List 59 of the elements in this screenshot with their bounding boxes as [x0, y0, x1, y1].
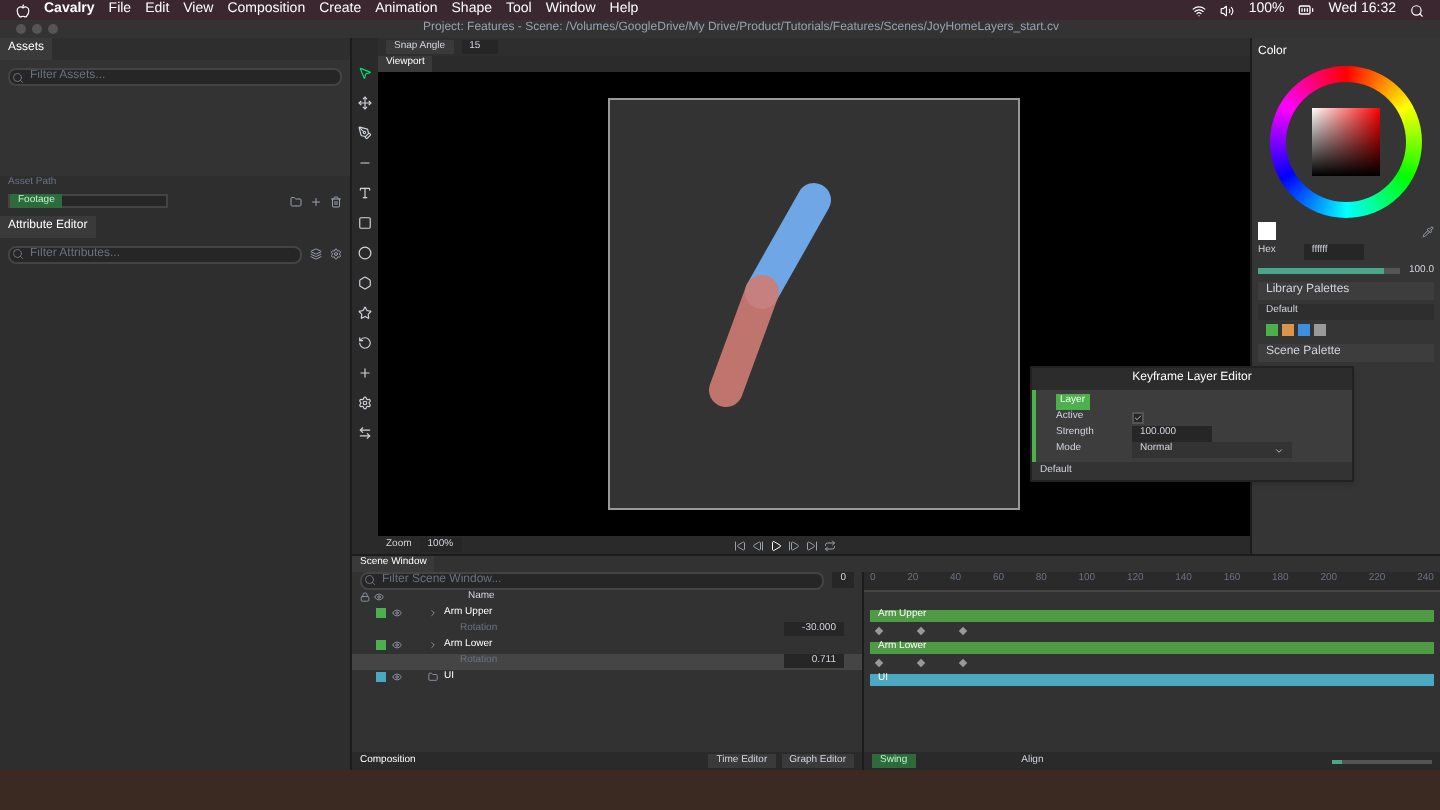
color-swatch[interactable]: [1258, 222, 1276, 240]
lock-icon[interactable]: [360, 592, 370, 602]
battery-icon[interactable]: [1298, 2, 1315, 18]
apple-icon[interactable]: [16, 3, 30, 17]
star-icon[interactable]: [358, 306, 372, 320]
search-icon: [12, 248, 24, 260]
eyedropper-icon[interactable]: [1422, 225, 1434, 237]
keyframe-icon[interactable]: [874, 658, 884, 668]
move-icon[interactable]: [358, 96, 372, 110]
settings-icon[interactable]: [330, 248, 342, 260]
expand-icon[interactable]: [428, 608, 438, 618]
folder-icon: [428, 672, 438, 682]
palette-swatch[interactable]: [1298, 323, 1310, 335]
timeline-zoom-fill[interactable]: [1332, 759, 1342, 763]
skip-forward-icon[interactable]: [806, 539, 819, 551]
eye-icon[interactable]: [392, 608, 402, 618]
eye-icon[interactable]: [392, 640, 402, 650]
pointer-icon[interactable]: [358, 66, 372, 80]
volume-icon[interactable]: [1220, 3, 1235, 17]
filter-icon[interactable]: [310, 248, 322, 260]
checkbox[interactable]: [1132, 412, 1144, 424]
caret-icon: [1274, 445, 1284, 455]
palette-swatch[interactable]: [1282, 323, 1294, 335]
layer-color-swatch[interactable]: [376, 640, 386, 650]
eye-icon[interactable]: [392, 672, 402, 682]
rotate-icon[interactable]: [358, 336, 372, 350]
text-icon[interactable]: [358, 186, 372, 200]
layer-color-swatch[interactable]: [376, 608, 386, 618]
loop-icon[interactable]: [824, 539, 837, 551]
search-icon[interactable]: [1410, 3, 1424, 17]
check-icon: [1134, 414, 1142, 422]
arrows-icon[interactable]: [358, 426, 372, 440]
folder-icon[interactable]: [290, 195, 302, 207]
palette-swatch[interactable]: [1314, 323, 1326, 335]
plus-icon[interactable]: [310, 195, 322, 207]
pen-icon[interactable]: [358, 126, 372, 140]
keyframe-icon[interactable]: [958, 658, 968, 668]
search-icon: [364, 574, 376, 586]
settings-icon[interactable]: [358, 396, 372, 410]
keyframe-icon[interactable]: [958, 626, 968, 636]
keyframe-icon[interactable]: [874, 626, 884, 636]
search-icon: [12, 71, 24, 83]
expand-icon[interactable]: [428, 640, 438, 650]
plus-icon[interactable]: [358, 366, 372, 380]
play-icon[interactable]: [770, 539, 783, 551]
keyframe-icon[interactable]: [916, 658, 926, 668]
wifi-icon[interactable]: [1192, 3, 1207, 17]
palette-swatch[interactable]: [1266, 323, 1278, 335]
keyframe-icon[interactable]: [916, 626, 926, 636]
trash-icon[interactable]: [330, 195, 342, 207]
rectangle-icon[interactable]: [358, 216, 372, 230]
line-icon[interactable]: [358, 156, 372, 170]
polygon-icon[interactable]: [358, 276, 372, 290]
ellipse-icon[interactable]: [358, 246, 372, 260]
eye-icon[interactable]: [374, 592, 384, 602]
layer-color-swatch[interactable]: [376, 672, 386, 682]
skip-back-icon[interactable]: [734, 539, 747, 551]
step-forward-icon[interactable]: [788, 539, 801, 551]
step-back-icon[interactable]: [752, 539, 765, 551]
